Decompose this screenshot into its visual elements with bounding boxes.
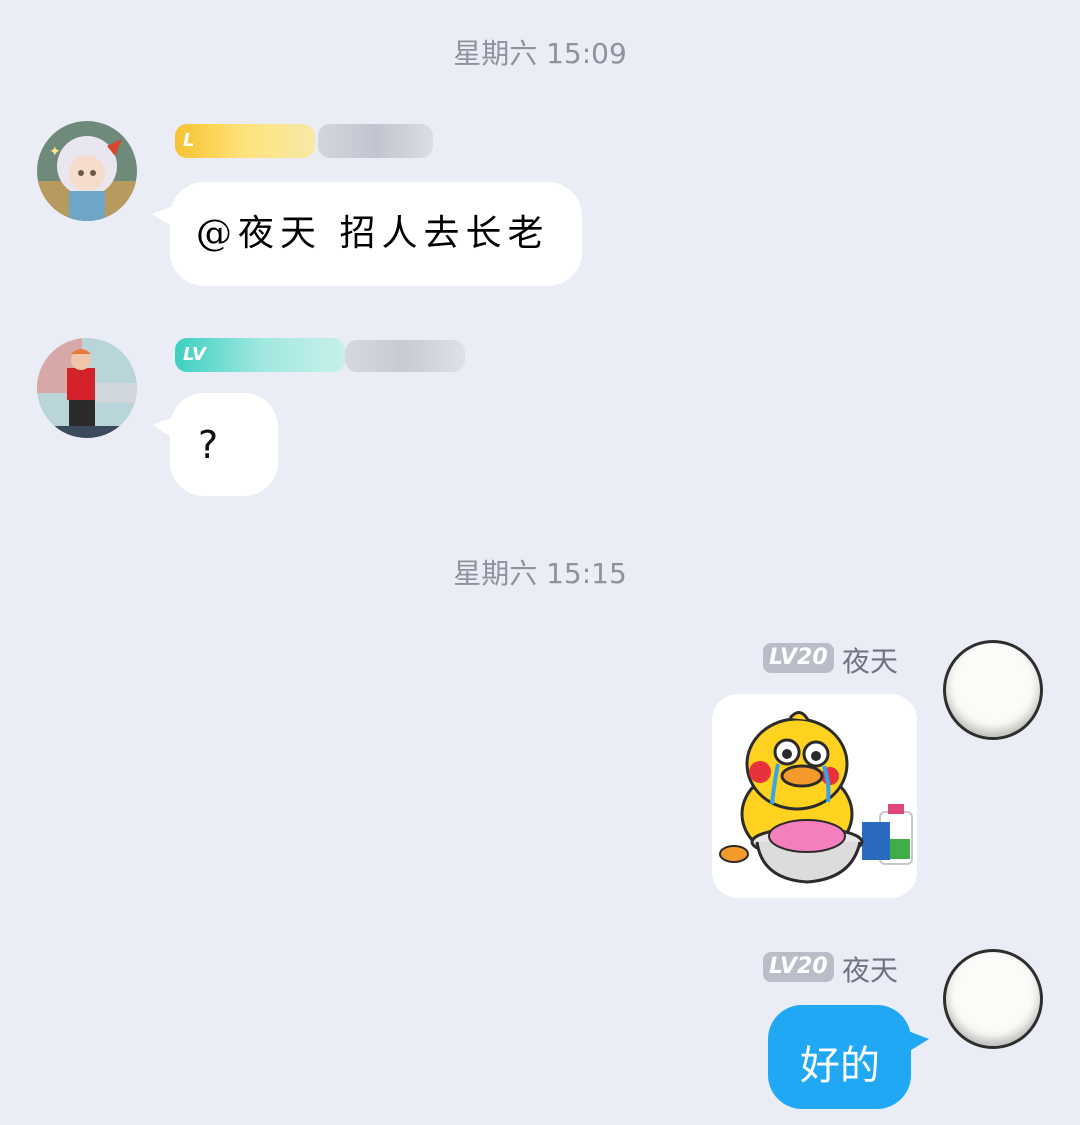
bubble-tail <box>152 204 178 230</box>
badge-text: LV <box>183 344 206 365</box>
avatar-anime-girl[interactable]: ✦ <box>37 121 137 221</box>
avatar-self[interactable] <box>943 640 1043 740</box>
sender-level-badge-blurred: L <box>175 124 315 158</box>
svg-text:✦: ✦ <box>49 144 61 160</box>
sender-name-blurred <box>318 124 433 158</box>
level-badge: LV20 <box>763 643 834 673</box>
message-bubble-1[interactable]: @夜天 招人去长老 <box>152 182 582 286</box>
avatar-red-jacket-boy[interactable] <box>37 338 137 438</box>
timestamp-2: 星期六 15:15 <box>453 557 627 590</box>
bubble-tail <box>152 415 178 441</box>
crying-duck-sticker-icon <box>719 711 913 884</box>
sticker-message[interactable] <box>712 694 917 898</box>
message-text-1: @夜天 招人去长老 <box>196 213 550 254</box>
badge-text: L <box>183 130 195 151</box>
avatar-self[interactable] <box>943 949 1043 1049</box>
sender-level-badge-blurred: LV <box>175 338 345 372</box>
message-text-2: ? <box>198 423 219 467</box>
timestamp-1: 星期六 15:09 <box>453 37 627 70</box>
sender-name[interactable]: 夜天 <box>842 949 898 989</box>
sender-name[interactable]: 夜天 <box>842 640 898 680</box>
message-bubble-2[interactable]: ? <box>152 393 278 496</box>
sender-name-blurred <box>345 340 465 372</box>
level-badge: LV20 <box>763 952 834 982</box>
bubble-tail <box>903 1029 929 1055</box>
message-text-4: 好的 <box>800 1043 880 1089</box>
message-bubble-own[interactable]: 好的 <box>768 1005 929 1109</box>
